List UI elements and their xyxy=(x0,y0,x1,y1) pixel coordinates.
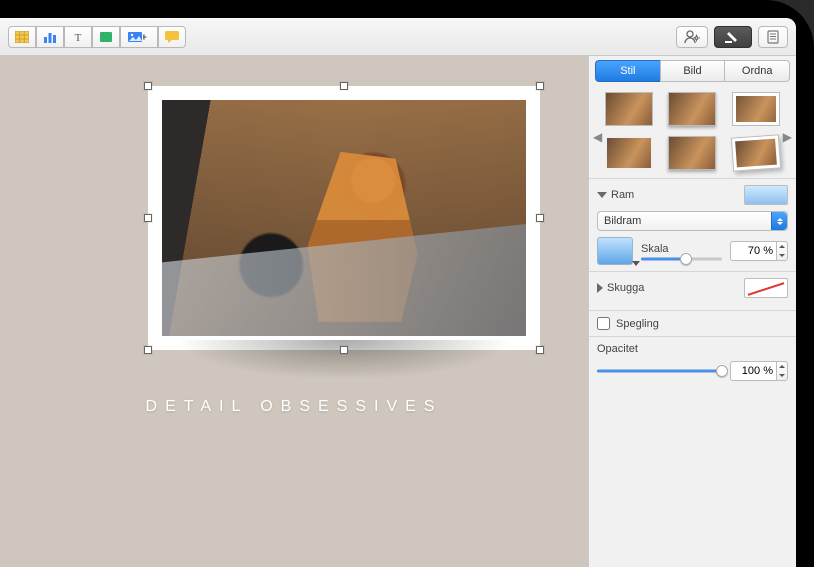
comment-button[interactable] xyxy=(158,26,186,48)
opacity-value-input[interactable] xyxy=(730,361,776,381)
table-button[interactable] xyxy=(8,26,36,48)
inspector-tabs: Stil Bild Ordna xyxy=(595,60,790,82)
app-window: T xyxy=(0,18,796,567)
frame-style-swatch[interactable] xyxy=(744,185,788,205)
section-shadow: Skugga xyxy=(589,271,796,310)
style-thumb-4[interactable] xyxy=(605,136,653,170)
media-button[interactable] xyxy=(120,26,158,48)
opacity-stepper-buttons[interactable] xyxy=(776,361,788,381)
tab-image[interactable]: Bild xyxy=(660,60,725,82)
style-thumb-6[interactable] xyxy=(731,134,781,171)
inspector-panel: Stil Bild Ordna ◀ xyxy=(588,56,796,567)
frame-type-popup[interactable]: Bildram xyxy=(597,211,788,231)
slide-canvas[interactable]: DETAIL OBSESSIVES xyxy=(0,56,588,567)
format-button[interactable] xyxy=(714,26,752,48)
disclosure-frame-icon[interactable] xyxy=(597,192,607,198)
shadow-title: Skugga xyxy=(607,282,644,294)
slide-caption[interactable]: DETAIL OBSESSIVES xyxy=(0,398,588,416)
section-opacity: Opacitet xyxy=(589,336,796,387)
opacity-label: Opacitet xyxy=(597,343,788,355)
chart-button[interactable] xyxy=(36,26,64,48)
reflection-label: Spegling xyxy=(616,318,659,330)
device-frame: T xyxy=(0,0,814,567)
image-styles-grid xyxy=(589,88,796,172)
styles-next-icon[interactable]: ▶ xyxy=(781,130,794,144)
style-thumb-3[interactable] xyxy=(732,92,780,126)
opacity-slider[interactable] xyxy=(597,363,722,379)
scale-stepper[interactable] xyxy=(730,241,788,261)
opacity-stepper[interactable] xyxy=(730,361,788,381)
document-button[interactable] xyxy=(758,26,788,48)
tab-arrange[interactable]: Ordna xyxy=(724,60,790,82)
frame-type-value: Bildram xyxy=(604,215,641,227)
section-frame: Ram Bildram Skala xyxy=(589,178,796,271)
frame-title: Ram xyxy=(611,189,634,201)
shadow-none-swatch[interactable] xyxy=(744,278,788,298)
selected-image[interactable] xyxy=(148,86,540,350)
reflection-checkbox[interactable] xyxy=(597,317,610,330)
scale-value-input[interactable] xyxy=(730,241,776,261)
shape-button[interactable] xyxy=(92,26,120,48)
style-thumb-2[interactable] xyxy=(668,92,716,126)
toolbar: T xyxy=(0,18,796,56)
disclosure-shadow-icon[interactable] xyxy=(597,283,603,293)
svg-text:T: T xyxy=(75,32,82,43)
style-thumb-1[interactable] xyxy=(605,92,653,126)
scale-stepper-buttons[interactable] xyxy=(776,241,788,261)
styles-prev-icon[interactable]: ◀ xyxy=(591,130,604,144)
style-thumb-5[interactable] xyxy=(668,136,716,170)
image-frame xyxy=(148,86,540,350)
popup-arrows-icon xyxy=(771,212,787,230)
frame-color-swatch[interactable] xyxy=(597,237,633,265)
section-reflection: Spegling xyxy=(589,310,796,336)
collaborate-button[interactable] xyxy=(676,26,708,48)
image-content xyxy=(162,100,526,336)
text-button[interactable]: T xyxy=(64,26,92,48)
tab-style[interactable]: Stil xyxy=(595,60,660,82)
